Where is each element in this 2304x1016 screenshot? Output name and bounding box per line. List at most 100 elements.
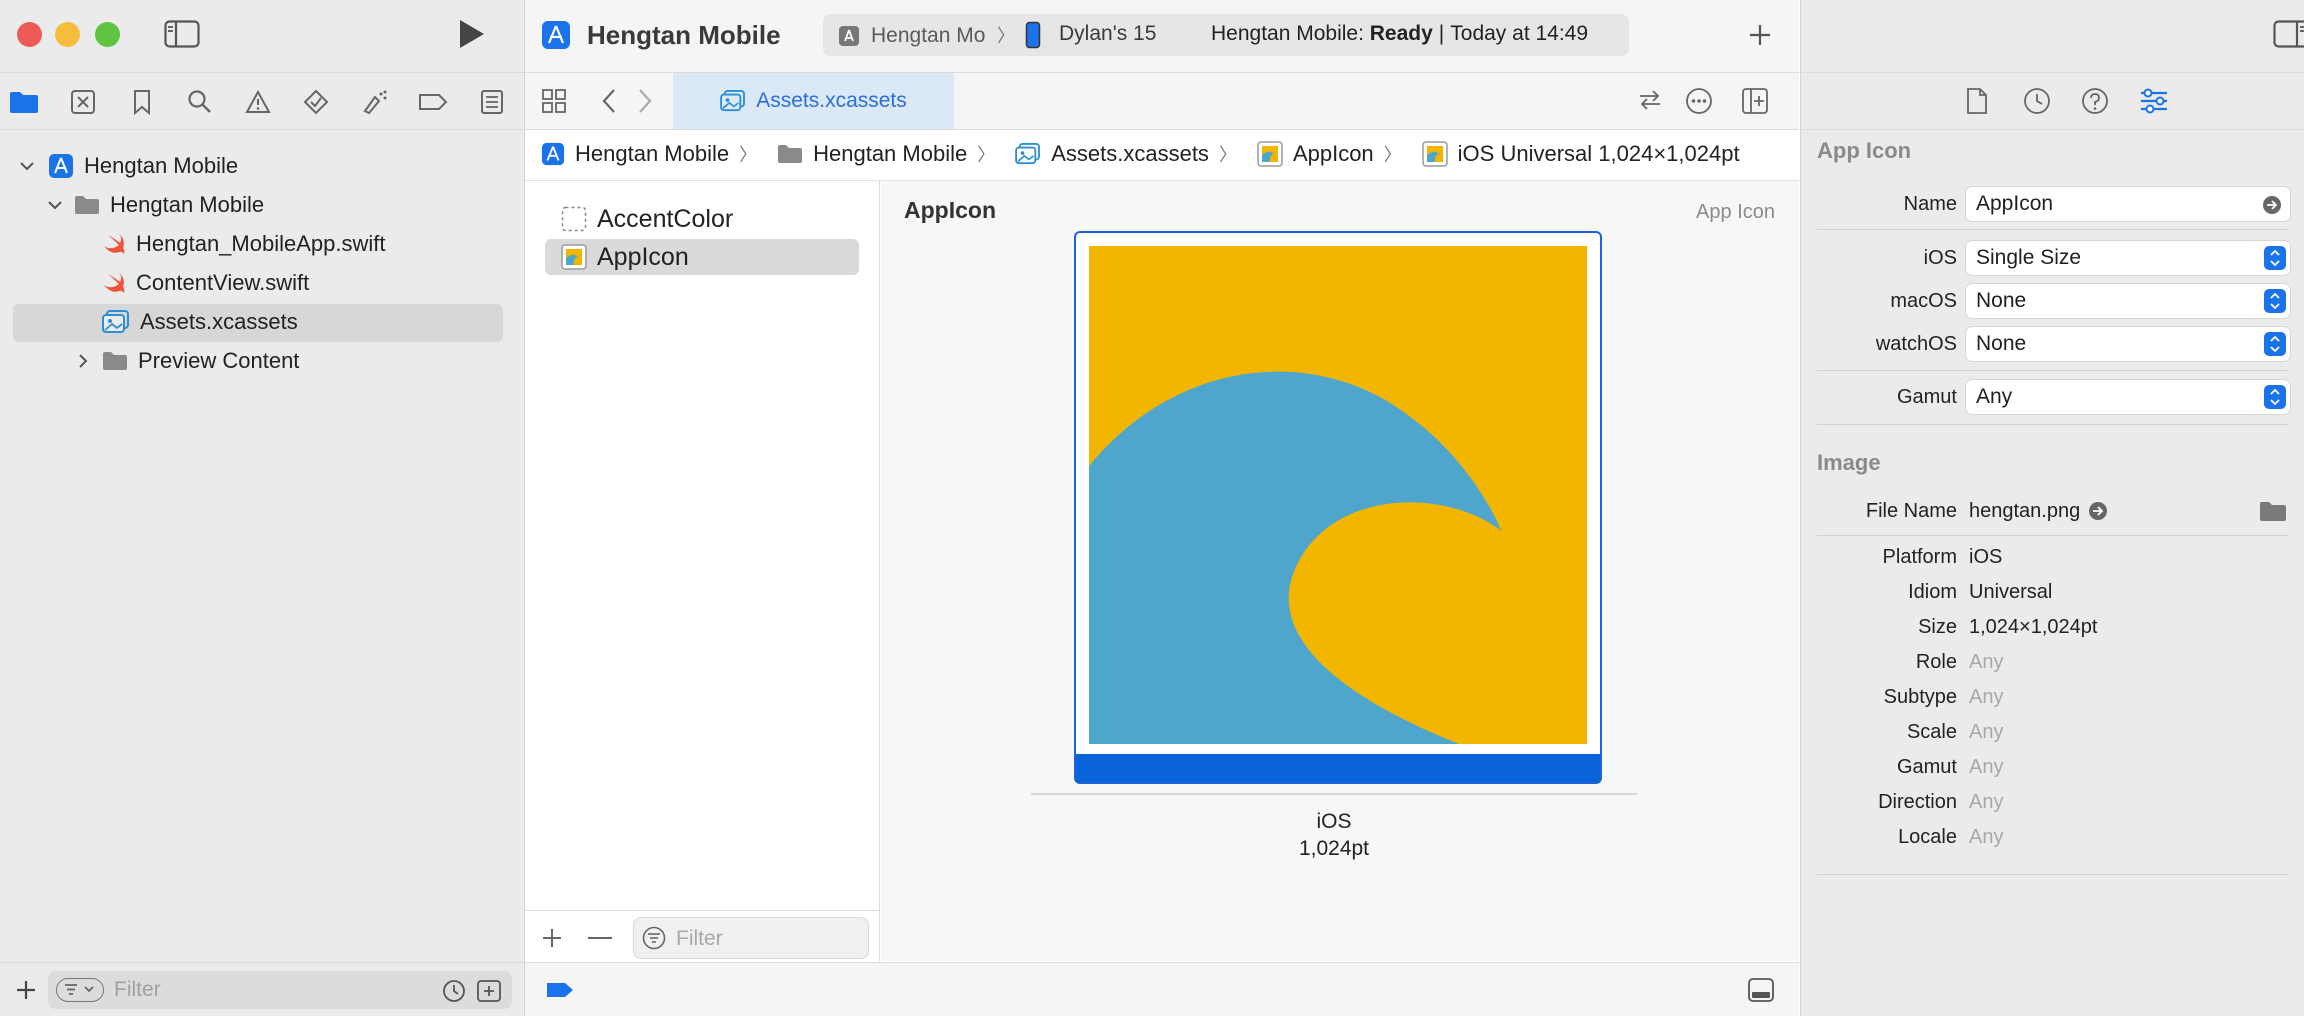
app-scheme-icon [839, 26, 859, 46]
debug-area-toggle-icon[interactable] [1747, 977, 1775, 1003]
navigator-filter-bar: Filter [0, 962, 524, 1016]
add-icon[interactable] [14, 978, 38, 1002]
test-icon[interactable] [301, 87, 331, 117]
swap-icon[interactable] [1637, 87, 1663, 113]
source-control-icon[interactable] [68, 87, 98, 117]
swift-file-icon [102, 272, 126, 294]
watchos-popup[interactable]: None [1966, 327, 2290, 361]
run-icon[interactable] [456, 18, 486, 50]
window-toolbar: Hengtan Mobile Hengtan Mo 〉 Dylan's 15 H… [525, 0, 1799, 72]
scheme-selector[interactable]: Hengtan Mo [871, 21, 991, 51]
tree-item-group[interactable]: Preview Content [74, 343, 299, 379]
inspector-toggle-icon[interactable] [2273, 20, 2304, 48]
tree-item-label: Hengtan_MobileApp.swift [136, 231, 386, 256]
ios-value: Single Size [1976, 246, 2082, 269]
breadcrumb-label: iOS Universal 1,024×1,024pt [1457, 141, 1740, 166]
tab-assets[interactable]: Assets.xcassets [673, 73, 954, 129]
breadcrumb: Hengtan Mobile 〉 Hengtan Mobile 〉 Assets… [525, 128, 1799, 181]
warning-icon[interactable] [243, 87, 273, 117]
section-divider [1817, 535, 2289, 536]
run-destination[interactable]: Dylan's 15 [1059, 22, 1156, 46]
asset-filter-field[interactable]: Filter [633, 917, 869, 959]
prop-label: Gamut [1896, 755, 1957, 778]
asset-item-label: AccentColor [597, 204, 734, 233]
breakpoint-icon[interactable] [418, 87, 448, 117]
name-field[interactable]: AppIcon [1966, 187, 2290, 221]
filter-icon [642, 926, 666, 950]
search-icon[interactable] [185, 87, 215, 117]
recent-files-icon[interactable] [442, 979, 466, 1003]
slot-size: 1,024pt [1298, 837, 1370, 860]
tree-item-group[interactable]: Hengtan Mobile [46, 187, 264, 223]
app-icon-slot[interactable] [1074, 231, 1602, 784]
breadcrumb-item[interactable]: Assets.xcassets 〉 [1015, 141, 1249, 167]
folder-icon[interactable] [9, 87, 39, 117]
asset-item-accentcolor[interactable]: AccentColor [545, 201, 859, 237]
arrow-circle-icon[interactable] [2262, 195, 2282, 215]
tree-item-file[interactable]: Hengtan_MobileApp.swift [102, 226, 385, 262]
app-icon-set-icon [1257, 141, 1283, 167]
breakpoints-toggle-icon[interactable] [545, 981, 575, 999]
sidebar-toggle-icon[interactable] [164, 20, 200, 48]
add-editor-icon[interactable] [1741, 87, 1769, 115]
report-icon[interactable] [477, 87, 507, 117]
folder-icon[interactable] [2259, 500, 2287, 522]
section-divider [1817, 370, 2289, 371]
filter-modified-icon[interactable] [476, 979, 502, 1003]
tree-item-assets[interactable]: Assets.xcassets [102, 304, 298, 340]
breadcrumb-item[interactable]: iOS Universal 1,024×1,024pt [1421, 141, 1740, 167]
prop-label: Idiom [1908, 580, 1957, 603]
debug-icon[interactable] [360, 87, 390, 117]
forward-icon[interactable] [635, 87, 655, 115]
chevron-down-icon[interactable] [46, 196, 64, 214]
editor-area: Hengtan Mobile Hengtan Mo 〉 Dylan's 15 H… [525, 0, 1799, 1016]
prop-value: Any [1969, 790, 2004, 813]
section-divider [1817, 424, 2289, 425]
add-library-icon[interactable] [1747, 22, 1773, 48]
color-set-icon [561, 206, 587, 232]
tree-item-project[interactable]: Hengtan Mobile [18, 148, 238, 184]
file-inspector-icon[interactable] [1965, 87, 1989, 115]
breadcrumb-item[interactable]: Hengtan Mobile 〉 [541, 141, 769, 167]
related-items-icon[interactable] [541, 88, 567, 114]
add-icon[interactable] [541, 927, 563, 949]
back-icon[interactable] [599, 87, 619, 115]
breadcrumb-label: Assets.xcassets [1051, 141, 1209, 166]
bookmark-icon[interactable] [127, 87, 157, 117]
prop-row: Platform iOS [1801, 539, 2304, 575]
arrow-circle-icon[interactable] [2088, 501, 2108, 521]
chevron-right-icon[interactable] [74, 352, 92, 370]
macos-popup[interactable]: None [1966, 284, 2290, 318]
remove-icon[interactable] [587, 927, 613, 949]
prop-value: Any [1969, 650, 2004, 673]
tree-item-label: Preview Content [138, 348, 300, 373]
help-inspector-icon[interactable] [2081, 87, 2109, 115]
more-options-icon[interactable] [1685, 87, 1713, 115]
close-window-button[interactable] [17, 22, 42, 47]
tree-item-label: Assets.xcassets [140, 309, 298, 334]
prop-label: Role [1915, 650, 1957, 673]
attributes-inspector-icon[interactable] [2139, 87, 2169, 115]
status-time: Today at 14:49 [1450, 22, 1589, 45]
debug-status-bar [525, 962, 1799, 1016]
file-name-value: hengtan.png [1969, 499, 2081, 522]
inspector-tab-bar [1801, 72, 2304, 130]
history-inspector-icon[interactable] [2023, 87, 2051, 115]
chevron-down-icon[interactable] [18, 157, 36, 175]
ios-popup[interactable]: Single Size [1966, 241, 2290, 275]
tree-item-file[interactable]: ContentView.swift [102, 265, 309, 301]
asset-item-appicon[interactable]: AppIcon [545, 239, 859, 275]
breadcrumb-item[interactable]: AppIcon 〉 [1257, 141, 1414, 167]
minimize-window-button[interactable] [55, 22, 80, 47]
gamut-value: Any [1976, 385, 2013, 408]
filter-options-icon[interactable] [56, 978, 104, 1002]
filter-placeholder: Filter [676, 927, 723, 950]
breadcrumb-item[interactable]: Hengtan Mobile 〉 [777, 141, 1007, 167]
tree-item-label: Hengtan Mobile [110, 192, 265, 217]
prop-value: 1,024×1,024pt [1969, 615, 2098, 638]
gamut-popup[interactable]: Any [1966, 380, 2290, 414]
prop-row: Idiom Universal [1801, 574, 2304, 610]
prop-row: Locale Any [1801, 819, 2304, 855]
zoom-window-button[interactable] [95, 22, 120, 47]
navigator-filter-field[interactable]: Filter [48, 971, 512, 1009]
